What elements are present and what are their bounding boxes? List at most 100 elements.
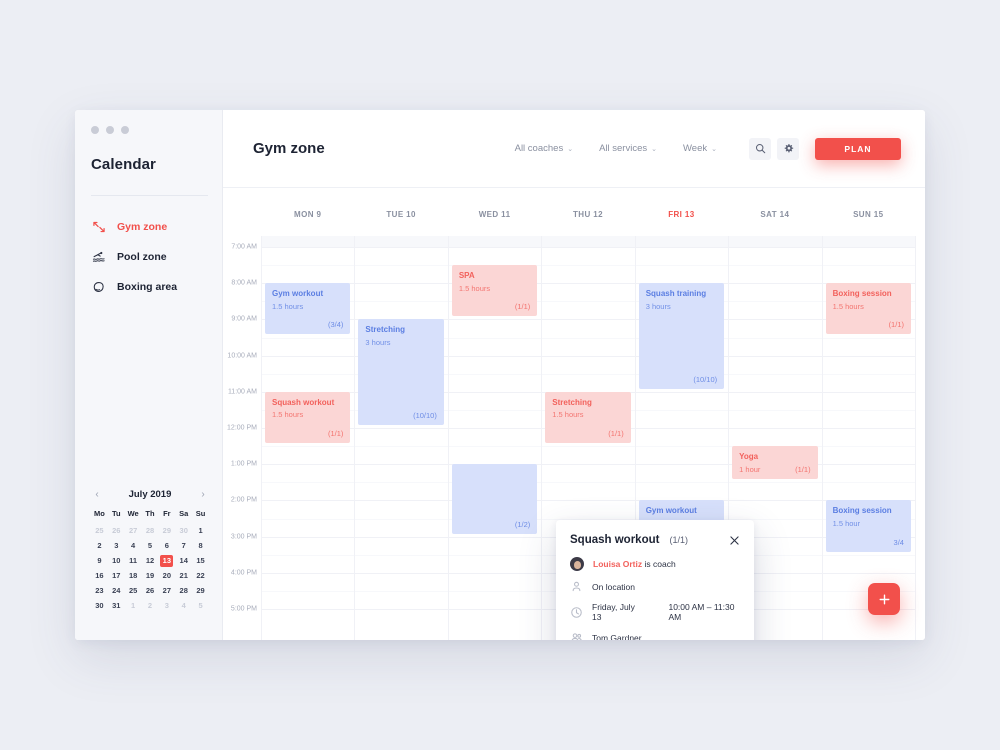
mini-calendar-day[interactable]: 25 (91, 525, 108, 537)
mini-calendar-day[interactable]: 2 (91, 540, 108, 552)
calendar-event[interactable]: Gym workout 1.5 hours (3/4) (265, 283, 351, 335)
mini-calendar-day[interactable]: 24 (108, 585, 125, 597)
close-button[interactable] (728, 534, 740, 546)
grid-day-line (915, 236, 916, 640)
mini-calendar-next-button[interactable]: › (197, 489, 209, 500)
mini-calendar-day[interactable]: 25 (125, 585, 142, 597)
popup-coach-text: Louisa Ortiz is coach (593, 559, 676, 569)
mini-calendar-day[interactable]: 7 (175, 540, 192, 552)
mini-calendar-day[interactable]: 26 (108, 525, 125, 537)
sidebar-item-label: Pool zone (117, 251, 167, 263)
mini-calendar-day[interactable]: 18 (125, 570, 142, 582)
calendar-event[interactable]: Boxing session 1.5 hour 3/4 (825, 500, 911, 552)
chevron-down-icon: ⌄ (711, 145, 717, 153)
sidebar-item-boxing-area[interactable]: Boxing area (75, 272, 222, 302)
mini-calendar-day[interactable]: 23 (91, 585, 108, 597)
mini-calendar-day[interactable]: 31 (108, 600, 125, 612)
window-close-dot[interactable] (91, 126, 99, 134)
mini-calendar-day[interactable]: 29 (158, 525, 175, 537)
mini-calendar-day[interactable]: 26 (142, 585, 159, 597)
mini-calendar-day[interactable]: 3 (158, 600, 175, 612)
calendar-day-header-6[interactable]: SUN 15 (822, 210, 915, 230)
mini-calendar-day[interactable]: 21 (175, 570, 192, 582)
add-event-button[interactable] (868, 583, 900, 615)
mini-calendar-day[interactable]: 4 (125, 540, 142, 552)
event-title: Boxing session (832, 506, 892, 516)
mini-calendar-day[interactable]: 27 (158, 585, 175, 597)
clock-icon (571, 606, 582, 618)
time-label: 8:00 AM (231, 279, 257, 287)
mini-calendar-day[interactable]: 10 (108, 555, 125, 567)
mini-calendar-day[interactable]: 22 (192, 570, 209, 582)
mini-calendar-day[interactable]: 1 (125, 600, 142, 612)
plan-button[interactable]: PLAN (815, 137, 901, 160)
settings-button[interactable] (777, 137, 799, 160)
calendar-day-header-2[interactable]: WED 11 (448, 210, 541, 230)
search-button[interactable] (749, 137, 771, 160)
sidebar-item-gym-zone[interactable]: Gym zone (75, 212, 222, 242)
window-minimize-dot[interactable] (106, 126, 114, 134)
mini-calendar-prev-button[interactable]: ‹ (91, 489, 103, 500)
mini-calendar-day[interactable]: 5 (192, 600, 209, 612)
mini-calendar-day[interactable]: 27 (125, 525, 142, 537)
filter-view-week[interactable]: Week ⌄ (683, 143, 717, 154)
calendar-event[interactable]: Stretching 3 hours (10/10) (358, 319, 444, 425)
mini-calendar-day[interactable]: 17 (108, 570, 125, 582)
mini-calendar-day[interactable]: 2 (142, 600, 159, 612)
mini-calendar-day[interactable]: 29 (192, 585, 209, 597)
filter-all-services[interactable]: All services ⌄ (599, 143, 657, 154)
grid-day-line (821, 236, 823, 640)
grid-day-line (447, 236, 449, 640)
mini-calendar-day[interactable]: 4 (175, 600, 192, 612)
mini-calendar-day[interactable]: 30 (175, 525, 192, 537)
mini-calendar-day[interactable]: 20 (158, 570, 175, 582)
filter-all-coaches[interactable]: All coaches ⌄ (515, 143, 573, 154)
calendar-day-header-4[interactable]: FRI 13 (635, 210, 728, 230)
filter-label: All coaches (514, 143, 564, 154)
mini-calendar-day[interactable]: 30 (91, 600, 108, 612)
calendar-day-header-0[interactable]: MON 9 (261, 210, 354, 230)
calendar-event[interactable]: (1/2) (451, 464, 538, 534)
mini-calendar-day[interactable]: 19 (142, 570, 159, 582)
mini-calendar-day[interactable]: 3 (108, 540, 125, 552)
mini-calendar-day-selected[interactable]: 13 (160, 555, 174, 567)
window-maximize-dot[interactable] (121, 126, 129, 134)
mini-calendar-day[interactable]: 5 (142, 540, 159, 552)
popup-title: Squash workout (570, 534, 660, 546)
calendar-event[interactable]: Squash training 3 hours (10/10) (638, 283, 725, 389)
mini-calendar-day[interactable]: 16 (91, 570, 108, 582)
event-detail-popup: Squash workout (1/1) Louisa Ortiz is coa… (556, 520, 754, 640)
popup-datetime-row: Friday, July 13 10:00 AM – 11:30 AM (570, 602, 740, 622)
calendar-day-header-1[interactable]: TUE 10 (354, 210, 447, 230)
calendar-event[interactable]: Boxing session 1.5 hours (1/1) (825, 283, 911, 335)
calendar-event[interactable]: SPA 1.5 hours (1/1) (451, 265, 538, 317)
calendar-event[interactable]: Squash workout 1.5 hours (1/1) (265, 391, 351, 444)
mini-calendar-dow: Fr (163, 509, 171, 518)
popup-date: Friday, July 13 (592, 602, 635, 622)
mini-calendar-day[interactable]: 1 (192, 525, 209, 537)
popup-coach-row: Louisa Ortiz is coach (570, 557, 740, 571)
mini-calendar-day[interactable]: 8 (192, 540, 209, 552)
toolbar: Gym zone All coaches ⌄ All services ⌄ We… (223, 110, 925, 188)
mini-calendar-day[interactable]: 15 (192, 555, 209, 567)
mini-calendar-day[interactable]: 11 (125, 555, 142, 567)
event-title: Squash training (645, 289, 707, 299)
calendar-event[interactable]: Stretching 1.5 hours (1/1) (545, 391, 631, 444)
mini-calendar-day[interactable]: 12 (142, 555, 159, 567)
calendar-event[interactable]: Yoga 1 hour (1/1) (732, 446, 818, 480)
sidebar-nav: Gym zone Pool zone Boxing area (75, 196, 222, 302)
mini-calendar-day[interactable]: 28 (175, 585, 192, 597)
sidebar-item-pool-zone[interactable]: Pool zone (75, 242, 222, 272)
mini-calendar-day[interactable]: 28 (142, 525, 159, 537)
app-title: Calendar (91, 156, 156, 173)
calendar-day-header-5[interactable]: SAT 14 (728, 210, 821, 230)
mini-calendar-day[interactable]: 6 (158, 540, 175, 552)
event-title: Stretching (552, 397, 592, 407)
swimmer-icon (92, 251, 105, 262)
calendar-day-header-3[interactable]: THU 12 (541, 210, 634, 230)
mini-calendar: ‹ July 2019 › Mo Tu We Th Fr Sa Su 25 26 27 28 29 30… (91, 489, 209, 612)
mini-calendar-day[interactable]: 14 (175, 555, 192, 567)
mini-calendar-day[interactable]: 9 (91, 555, 108, 567)
grid-half-hour-line (261, 482, 915, 484)
event-title: SPA (458, 271, 475, 281)
